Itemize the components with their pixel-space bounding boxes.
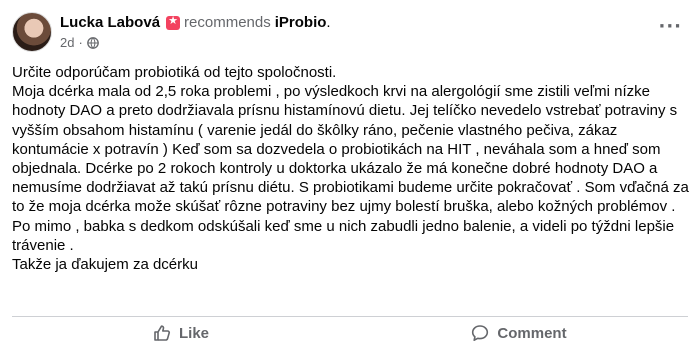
- page-suffix: .: [326, 14, 331, 31]
- globe-icon[interactable]: [86, 36, 99, 49]
- comment-label: Comment: [497, 324, 567, 342]
- post-meta: Lucka Labová recommends iProbio . 2d ·: [60, 12, 331, 51]
- recommend-star-icon: [166, 14, 181, 30]
- like-thumb-icon: [154, 325, 170, 341]
- post-paragraph: Moja dcérka mala od 2,5 roka problemi , …: [12, 83, 689, 216]
- post-card: Lucka Labová recommends iProbio . 2d · ·…: [0, 0, 700, 362]
- post-actions: Like Comment: [12, 318, 688, 348]
- comment-bubble-icon: [472, 325, 489, 341]
- post-header: Lucka Labová recommends iProbio . 2d ·: [12, 12, 331, 56]
- separator-dot: ·: [78, 35, 83, 50]
- like-button[interactable]: Like: [12, 318, 350, 348]
- post-paragraph: Určite odporúčam probiotiká od tejto spo…: [12, 64, 337, 81]
- recommends-text: recommends: [184, 14, 271, 31]
- author-name[interactable]: Lucka Labová: [60, 14, 160, 31]
- actions-divider: [12, 316, 688, 317]
- post-subline: 2d ·: [60, 35, 331, 50]
- page-name-link[interactable]: iProbio: [275, 14, 327, 31]
- like-label: Like: [178, 324, 209, 342]
- post-body: Určite odporúčam probiotiká od tejto spo…: [12, 63, 692, 274]
- post-paragraph: Po mimo , babka s dedkom odskúšali keď s…: [12, 217, 675, 254]
- post-time[interactable]: 2d: [60, 35, 74, 50]
- post-paragraph: Takže ja ďakujem za dcérku: [12, 256, 198, 274]
- title-line: Lucka Labová recommends iProbio .: [60, 14, 331, 32]
- more-options-icon[interactable]: ···: [658, 18, 682, 36]
- avatar[interactable]: [12, 12, 52, 52]
- comment-button[interactable]: Comment: [350, 318, 688, 348]
